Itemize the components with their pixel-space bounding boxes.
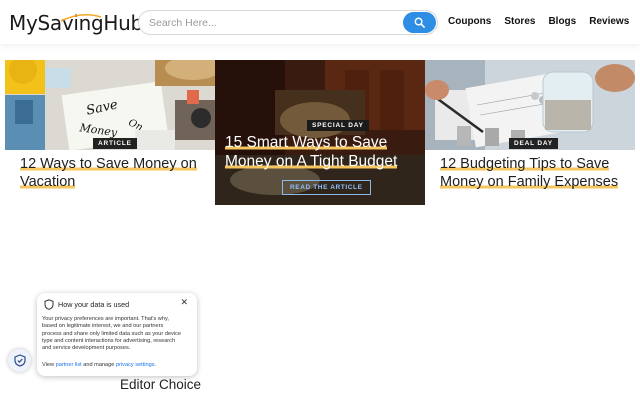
article-title-text: 12 Budgeting Tips to Save Money on Famil… [440, 156, 619, 190]
section-title-editor-choice: Editor Choice [120, 377, 202, 392]
nav-reviews[interactable]: Reviews [589, 16, 629, 27]
main-nav: Coupons Stores Blogs Reviews [448, 16, 629, 27]
article-card[interactable]: DEAL DAY 12 Budgeting Tips to Save Money… [425, 60, 635, 191]
article-badge: ARTICLE [93, 138, 137, 149]
search-bar [138, 10, 438, 35]
article-card[interactable]: Save Money On ARTICLE 12 Ways to Save Mo… [5, 60, 215, 191]
shield-icon [44, 299, 54, 310]
budget-photo [425, 60, 635, 150]
article-badge: DEAL DAY [509, 138, 558, 149]
privacy-title: How your data is used [58, 300, 130, 309]
nav-coupons[interactable]: Coupons [448, 16, 491, 27]
close-icon[interactable]: ✕ [180, 297, 188, 308]
featured-badge: SPECIAL DAY [307, 120, 369, 131]
featured-title[interactable]: 15 Smart Ways to Save Money on A Tight B… [225, 133, 425, 171]
nav-blogs[interactable]: Blogs [548, 16, 576, 27]
search-button[interactable] [403, 12, 436, 33]
vacation-photo: Save Money On [5, 60, 215, 150]
privacy-settings-link[interactable]: privacy settings [116, 362, 155, 368]
privacy-footer: View partner list and manage privacy set… [42, 362, 156, 368]
privacy-foot-end: . [154, 362, 157, 368]
nav-stores[interactable]: Stores [504, 16, 535, 27]
privacy-popup: How your data is used ✕ Your privacy pre… [37, 293, 197, 376]
article-image[interactable]: Save Money On ARTICLE [5, 60, 215, 150]
privacy-shield-button[interactable] [8, 349, 31, 372]
article-title-text: 12 Ways to Save Money on Vacation [20, 156, 197, 190]
privacy-body: Your privacy preferences are important. … [42, 316, 181, 352]
article-title[interactable]: 12 Budgeting Tips to Save Money on Famil… [425, 155, 635, 191]
search-input[interactable] [149, 15, 399, 31]
search-icon [414, 17, 425, 28]
featured-title-text: 15 Smart Ways to Save Money on A Tight B… [225, 134, 398, 170]
partner-list-link[interactable]: partner list [56, 362, 82, 368]
privacy-foot-mid: and manage [83, 362, 115, 368]
logo-swoosh-icon [60, 13, 102, 22]
featured-article[interactable]: SPECIAL DAY 15 Smart Ways to Save Money … [215, 60, 425, 205]
site-header: MySavingHub Coupons Stores Blogs Reviews [0, 0, 640, 44]
article-title[interactable]: 12 Ways to Save Money on Vacation [5, 155, 215, 191]
shield-check-icon [13, 354, 26, 367]
privacy-foot-prefix: View [42, 362, 55, 368]
read-article-button[interactable]: READ THE ARTICLE [282, 180, 371, 195]
article-image[interactable]: DEAL DAY [425, 60, 635, 150]
site-logo[interactable]: MySavingHub [9, 11, 143, 35]
